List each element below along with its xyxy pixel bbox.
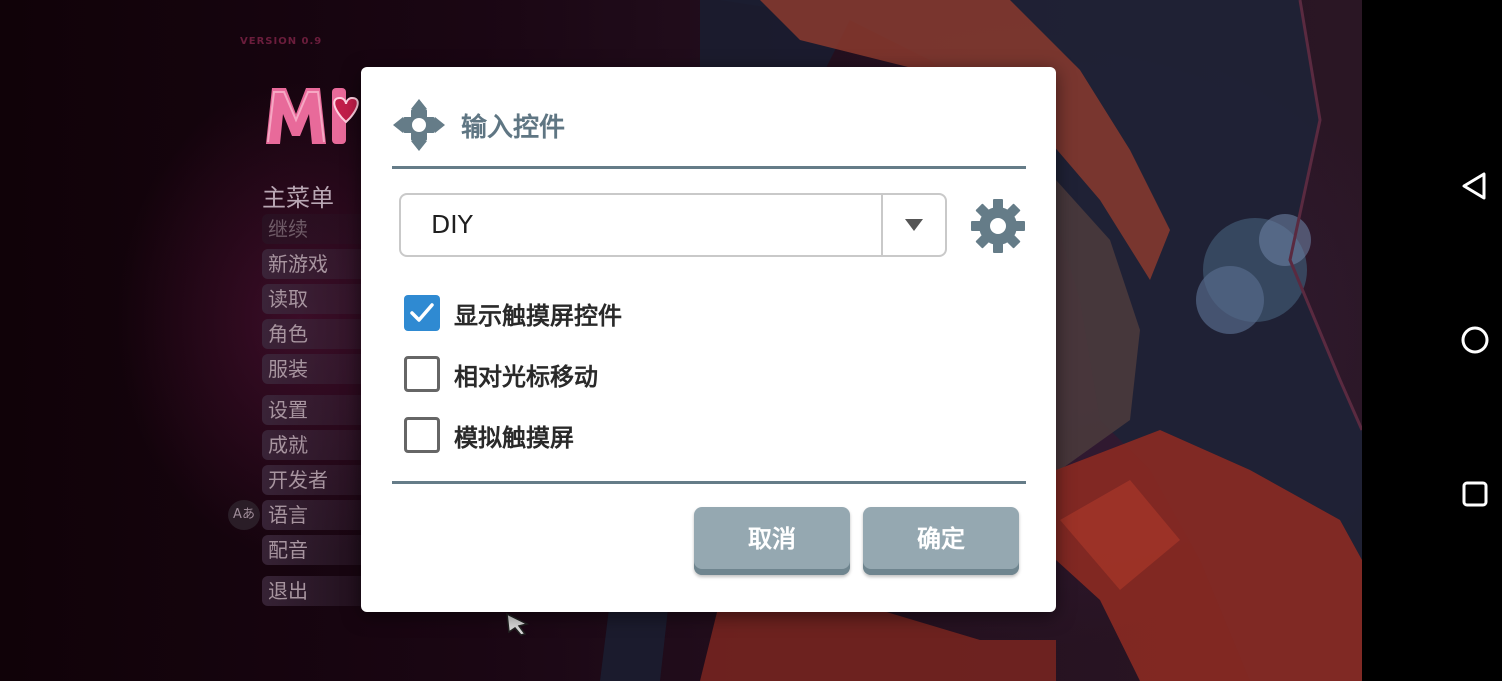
main-menu-title: 主菜单 [262,184,334,212]
footer-divider [392,481,1026,484]
gear-icon[interactable] [969,197,1027,255]
relative-cursor-checkbox[interactable] [404,356,440,392]
ok-button[interactable]: 确定 [863,507,1019,575]
dpad-icon [393,99,445,151]
dialog-header: 输入控件 [391,95,565,155]
game-version-label: VERSION 0.9 [240,36,323,47]
relative-cursor-option[interactable]: 相对光标移动 [404,356,598,392]
home-icon[interactable] [1458,323,1492,357]
cursor-icon [506,612,530,636]
language-icon: Aあ [228,500,260,530]
cancel-button[interactable]: 取消 [694,507,850,575]
layout-select-value: DIY [431,210,473,239]
checkmark-icon [410,303,434,322]
game-logo [266,88,359,144]
android-navigation-bar [1362,0,1502,681]
show-touch-controls-option[interactable]: 显示触摸屏控件 [404,295,622,331]
emulate-touchscreen-label: 模拟触摸屏 [454,423,574,452]
show-touch-controls-checkbox[interactable] [404,295,440,331]
relative-cursor-label: 相对光标移动 [454,362,598,391]
emulate-touchscreen-option[interactable]: 模拟触摸屏 [404,417,574,453]
dropdown-arrow-icon[interactable] [881,195,945,255]
emulate-touchscreen-checkbox[interactable] [404,417,440,453]
recents-icon[interactable] [1458,477,1492,511]
header-divider [392,166,1026,169]
screen: VERSION 0.9 主菜单 继续 新游戏 读取 角色 服装 设置 成就 开发… [0,0,1502,681]
back-icon[interactable] [1458,169,1492,203]
dialog-title: 输入控件 [461,112,566,143]
input-controls-dialog: 输入控件 DIY 显示触摸屏控件 相对光标移动 模拟触摸屏 取消 确定 [361,67,1056,612]
show-touch-controls-label: 显示触摸屏控件 [454,301,622,330]
layout-select-dropdown[interactable]: DIY [399,193,947,257]
